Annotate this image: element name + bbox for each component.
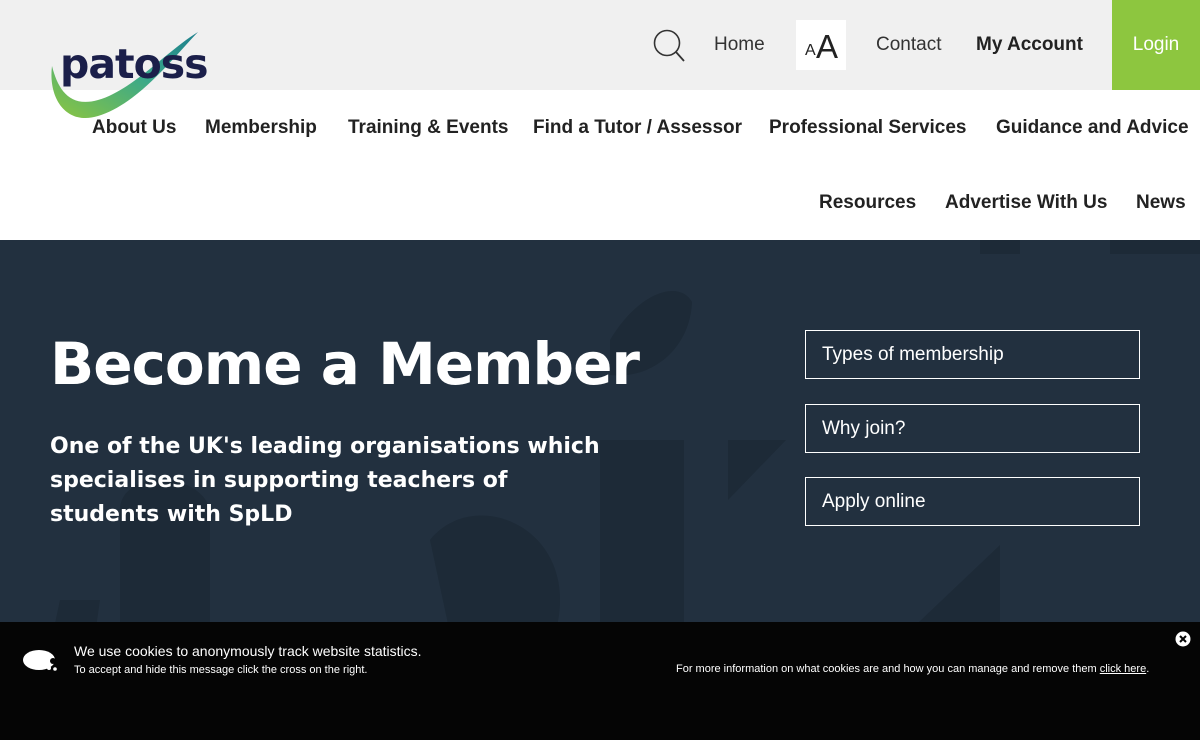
hero-subtitle: One of the UK's leading organisations wh… xyxy=(50,434,600,527)
login-button[interactable]: Login xyxy=(1112,0,1200,90)
font-size-toggle[interactable]: A A xyxy=(796,20,846,70)
search-icon[interactable] xyxy=(652,28,686,64)
nav-item-resources[interactable]: Resources xyxy=(819,192,916,214)
my-account-link[interactable]: My Account xyxy=(976,34,1083,56)
nav-item-training-events[interactable]: Training & Events xyxy=(348,117,508,139)
nav-item-membership[interactable]: Membership xyxy=(205,117,317,139)
why-join-button[interactable]: Why join? xyxy=(805,404,1140,453)
cookie-instruction: To accept and hide this message click th… xyxy=(74,664,368,676)
cookie-message: We use cookies to anonymously track webs… xyxy=(74,643,422,659)
nav-item-guidance-advice[interactable]: Guidance and Advice xyxy=(996,117,1189,139)
nav-item-find-tutor[interactable]: Find a Tutor / Assessor xyxy=(533,117,742,139)
patoss-logo[interactable]: patoss xyxy=(48,28,209,123)
font-small-a: A xyxy=(805,42,816,59)
cookie-click-here-link[interactable]: click here xyxy=(1100,663,1146,675)
nav-item-news[interactable]: News xyxy=(1136,192,1186,214)
nav-item-advertise[interactable]: Advertise With Us xyxy=(945,192,1107,214)
cookie-icon xyxy=(23,650,57,671)
nav-item-professional-services[interactable]: Professional Services xyxy=(769,117,967,139)
font-large-a: A xyxy=(816,28,839,65)
contact-link[interactable]: Contact xyxy=(876,34,941,56)
hero-title: Become a Member xyxy=(50,330,640,398)
home-link[interactable]: Home xyxy=(714,34,765,56)
cookie-info-suffix: . xyxy=(1146,663,1150,675)
types-of-membership-button[interactable]: Types of membership xyxy=(805,330,1140,379)
cookie-banner: We use cookies to anonymously track webs… xyxy=(0,622,1200,740)
close-icon[interactable] xyxy=(1175,631,1191,647)
cookie-info: For more information on what cookies are… xyxy=(676,663,1149,675)
logo-text: patoss xyxy=(60,40,209,88)
cookie-info-text: For more information on what cookies are… xyxy=(676,663,1100,675)
apply-online-button[interactable]: Apply online xyxy=(805,477,1140,526)
